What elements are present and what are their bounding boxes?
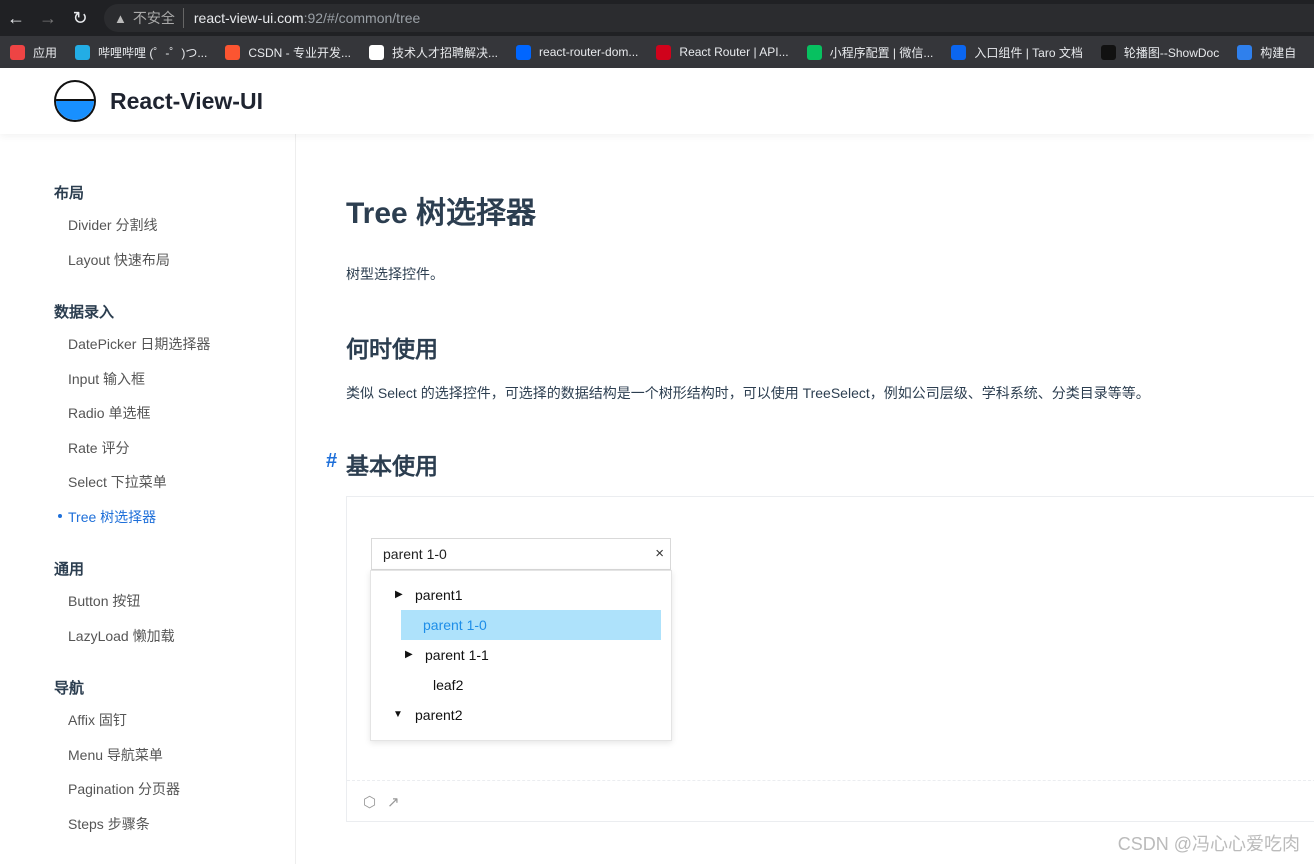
bookmark-label: React Router | API... <box>679 45 789 59</box>
browser-toolbar: ← → ↻ ▲ 不安全 react-view-ui.com:92/#/commo… <box>0 0 1314 36</box>
node-label: leaf2 <box>433 677 464 693</box>
bookmark-icon <box>1237 44 1253 60</box>
bookmark-item[interactable]: 应用 <box>10 44 57 61</box>
bookmark-item[interactable]: CSDN - 专业开发... <box>225 44 351 61</box>
caret-right-icon[interactable]: ▶ <box>395 580 403 610</box>
reload-icon[interactable]: ↻ <box>64 8 96 29</box>
sidebar-item[interactable]: LazyLoad 懒加载 <box>68 626 175 646</box>
bookmark-item[interactable]: 构建自 <box>1237 44 1296 61</box>
tree-node-parent1[interactable]: ▶ parent1 <box>395 580 462 610</box>
section-when-desc: 类似 Select 的选择控件，可选择的数据结构是一个树形结构时，可以使用 Tr… <box>346 385 1150 401</box>
sidebar-item[interactable]: Input 输入框 <box>68 369 145 389</box>
node-label: parent2 <box>415 707 463 723</box>
bookmark-label: 入口组件 | Taro 文档 <box>974 45 1083 60</box>
bookmark-item[interactable]: 小程序配置 | 微信... <box>806 44 934 61</box>
tree-node-parent-1-1[interactable]: ▶ parent 1-1 <box>405 640 489 670</box>
bookmarks-bar: 应用 哔哩哔哩 (゜-゜)つ... CSDN - 专业开发... 技术人才招聘解决..… <box>0 36 1314 68</box>
tree-select-input[interactable]: parent 1-0 × <box>371 538 671 570</box>
bookmark-icon <box>951 44 967 60</box>
bookmark-item[interactable]: React Router | API... <box>656 44 789 60</box>
node-label: parent1 <box>415 587 463 603</box>
insecure-label: 不安全 <box>133 8 184 28</box>
sidebar-item[interactable]: Menu 导航菜单 <box>68 745 163 765</box>
external-link-icon[interactable]: ↗ <box>387 793 400 811</box>
bookmark-icon <box>516 44 532 60</box>
section-when-title: 何时使用 <box>346 336 438 362</box>
bookmark-label: 构建自 <box>1260 45 1297 60</box>
brand-title[interactable]: React-View-UI <box>110 88 263 115</box>
tree-node-leaf2[interactable]: leaf2 <box>433 670 463 700</box>
page-title: Tree 树选择器 <box>346 197 537 230</box>
forward-icon[interactable]: → <box>32 8 64 29</box>
sidebar-group-title: 布局 <box>54 185 85 202</box>
section-basic-title: 基本使用 <box>346 453 438 479</box>
bookmark-item[interactable]: 技术人才招聘解决... <box>369 44 498 61</box>
bookmark-item[interactable]: react-router-dom... <box>516 44 639 60</box>
bookmark-item[interactable]: 入口组件 | Taro 文档 <box>951 44 1083 61</box>
sidebar-item[interactable]: Divider 分割线 <box>68 215 157 235</box>
demo-box: parent 1-0 × ▶ parent1 parent 1-0 ▶ parent… <box>346 496 1314 822</box>
sidebar-item[interactable]: DatePicker 日期选择器 <box>68 334 210 354</box>
sidebar-item[interactable]: Tree 树选择器 <box>57 507 156 527</box>
select-value: parent 1-0 <box>383 546 447 562</box>
bookmark-label: 轮播图--ShowDoc <box>1123 45 1220 60</box>
bookmark-icon <box>656 44 672 60</box>
bookmark-icon <box>225 44 241 60</box>
logo-icon <box>54 80 96 122</box>
url-host: react-view-ui.com <box>193 10 304 26</box>
bookmark-icon <box>806 44 822 60</box>
sidebar-item[interactable]: Select 下拉菜单 <box>68 472 167 492</box>
sidebar-item[interactable]: Radio 单选框 <box>68 403 150 423</box>
bookmark-label: 技术人才招聘解决... <box>392 45 499 60</box>
sidebar-item[interactable]: Steps 步骤条 <box>68 814 150 834</box>
sidebar-item[interactable]: Button 按钮 <box>68 591 140 611</box>
bookmark-item[interactable]: 哔哩哔哩 (゜-゜)つ... <box>75 44 207 61</box>
bookmark-item[interactable]: 轮播图--ShowDoc <box>1100 44 1220 61</box>
node-label: parent 1-0 <box>423 617 487 633</box>
bookmark-label: CSDN - 专业开发... <box>248 45 352 60</box>
sidebar: 布局 Divider 分割线 Layout 快速布局数据录入 DatePicker 日… <box>0 134 296 864</box>
anchor-link[interactable]: # <box>326 450 337 473</box>
bookmark-icon <box>369 44 385 60</box>
bookmark-label: react-router-dom... <box>539 45 639 59</box>
codesandbox-icon[interactable]: ⬡ <box>363 793 376 811</box>
caret-right-icon[interactable]: ▶ <box>405 640 413 670</box>
bookmark-icon <box>1100 44 1116 60</box>
address-bar[interactable]: ▲ 不安全 react-view-ui.com:92/#/common/tree <box>104 4 1314 32</box>
sidebar-group-title: 数据录入 <box>54 304 115 321</box>
tree-dropdown: ▶ parent1 parent 1-0 ▶ parent 1-1 leaf2 ▼ p… <box>370 570 672 741</box>
sidebar-item[interactable]: Rate 评分 <box>68 438 129 458</box>
demo-footer: ⬡ ↗ <box>347 780 1314 822</box>
page-description: 树型选择控件。 <box>346 266 444 282</box>
sidebar-group-title: 通用 <box>54 561 85 578</box>
sidebar-item[interactable]: Layout 快速布局 <box>68 250 170 270</box>
sidebar-group-title: 导航 <box>54 680 85 697</box>
node-label: parent 1-1 <box>425 647 489 663</box>
bookmark-label: 应用 <box>33 45 58 60</box>
tree-node-parent2[interactable]: ▼ parent2 <box>393 700 462 730</box>
tree-node-parent-1-0[interactable]: parent 1-0 <box>401 610 661 640</box>
bookmark-label: 哔哩哔哩 (゜-゜)つ... <box>98 45 208 60</box>
warning-icon: ▲ <box>114 10 127 26</box>
bookmark-icon <box>10 44 25 60</box>
watermark: CSDN @冯心心爱吃肉 <box>1117 834 1300 854</box>
caret-down-icon[interactable]: ▼ <box>393 700 403 730</box>
url-path: :92/#/common/tree <box>303 10 421 26</box>
site-header: React-View-UI <box>0 68 1314 134</box>
back-icon[interactable]: ← <box>0 8 32 29</box>
sidebar-item[interactable]: Affix 固钉 <box>68 710 127 730</box>
clear-icon[interactable]: × <box>655 545 664 562</box>
sidebar-item[interactable]: Pagination 分页器 <box>68 779 180 799</box>
bookmark-label: 小程序配置 | 微信... <box>829 45 934 60</box>
bookmark-icon <box>75 44 91 60</box>
